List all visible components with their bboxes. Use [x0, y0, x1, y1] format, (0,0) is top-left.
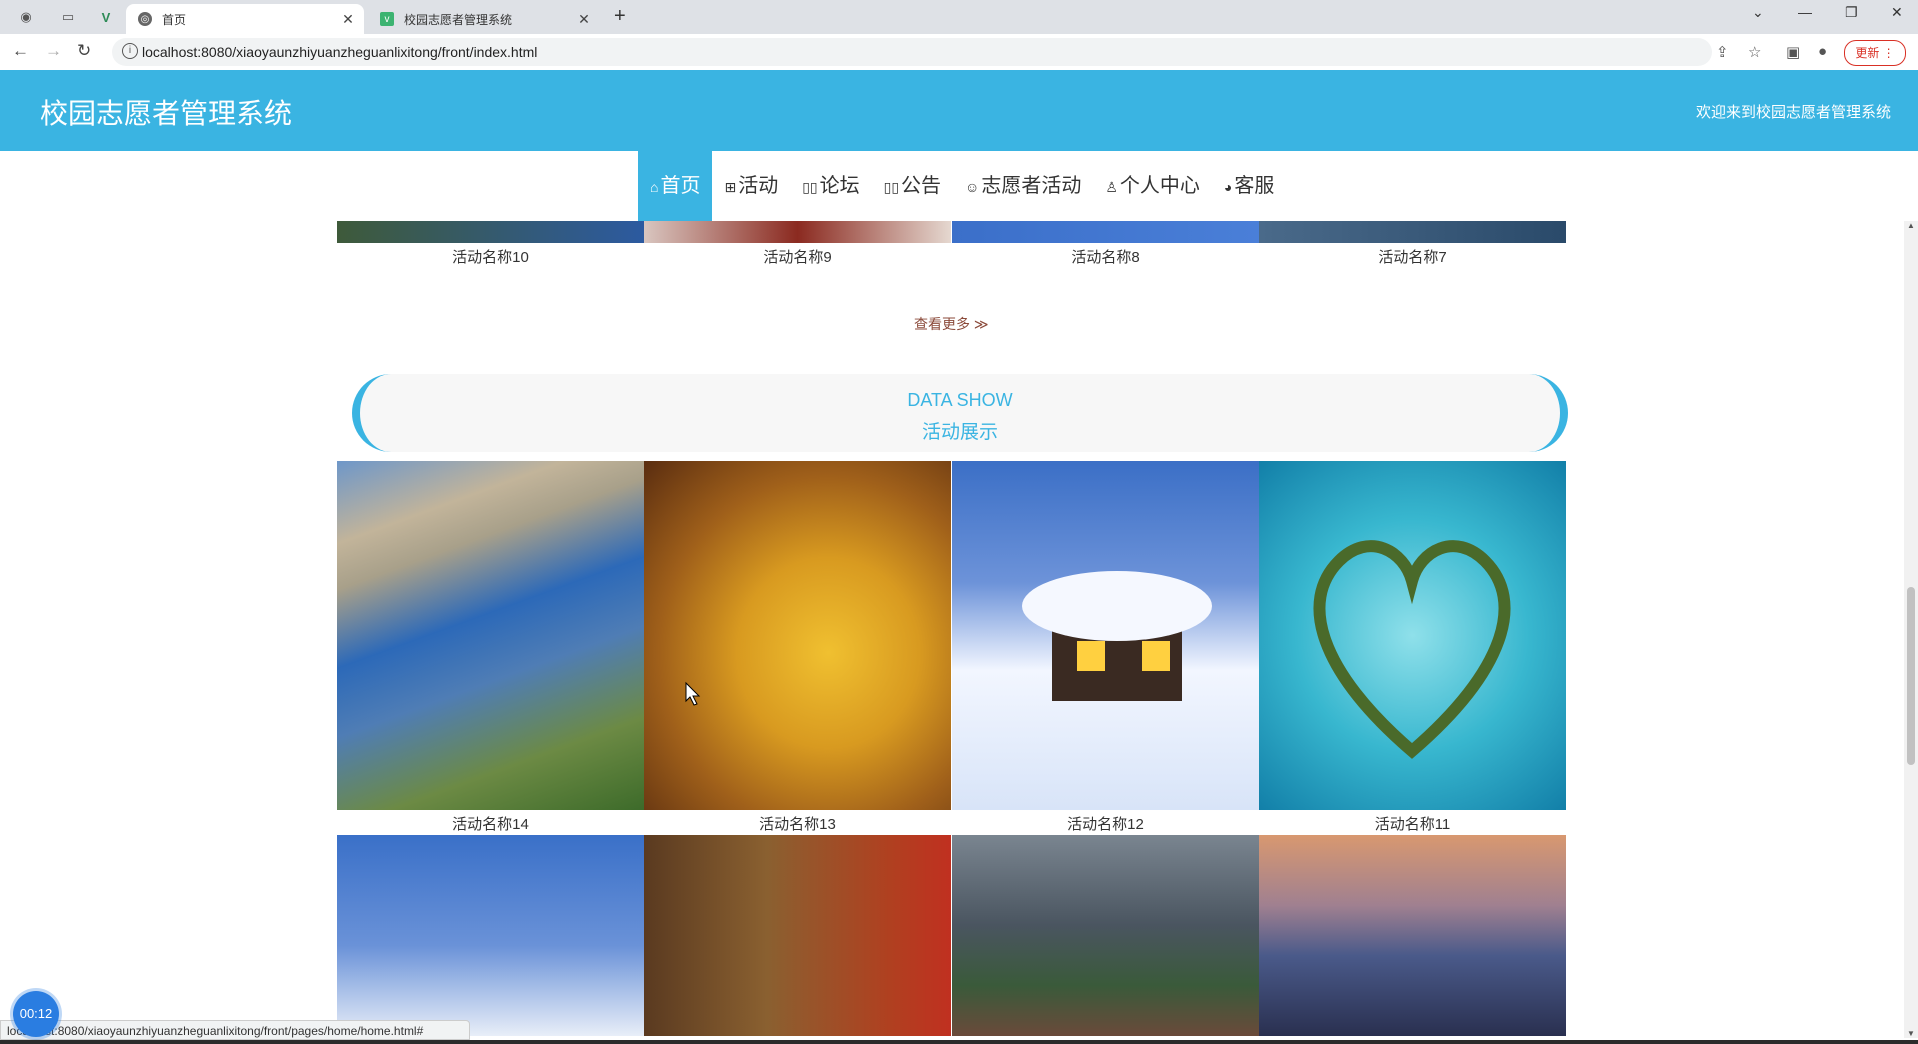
activity-icon: ⊞	[724, 179, 737, 195]
nav-label: 个人中心	[1119, 175, 1200, 197]
activity-caption[interactable]: 活动名称12	[952, 813, 1259, 834]
home-icon: ⌂	[650, 179, 659, 195]
heart-island-icon	[1313, 540, 1511, 759]
close-tab-icon[interactable]: ✕	[574, 11, 594, 28]
site-info-icon[interactable]: i	[122, 43, 138, 59]
user-icon: ♙	[1105, 179, 1118, 195]
nav-label: 公告	[901, 175, 942, 197]
bookmark-star-icon[interactable]: ☆	[1748, 43, 1761, 61]
activity-image-14[interactable]	[337, 461, 644, 810]
service-icon: ◕	[1223, 179, 1233, 195]
activity-image-13[interactable]	[644, 461, 951, 810]
pinned-tab-globe-icon[interactable]: ◉	[12, 6, 40, 28]
activity-thumb-9[interactable]	[644, 221, 951, 243]
site-title: 校园志愿者管理系统	[40, 98, 293, 129]
activity-image-row2-3[interactable]	[952, 835, 1259, 1036]
cursor-icon	[685, 681, 701, 706]
nav-item-notice[interactable]: ▯▯ 公告	[872, 151, 953, 221]
site-header: 校园志愿者管理系统 欢迎来到校园志愿者管理系统	[0, 70, 1918, 151]
nav-item-home[interactable]: ⌂ 首页	[638, 151, 713, 221]
minimize-button[interactable]: —	[1798, 4, 1812, 20]
activity-thumb-10[interactable]	[337, 221, 644, 243]
scrollbar-thumb[interactable]	[1907, 587, 1915, 765]
profile-icon[interactable]: ●	[1818, 43, 1827, 60]
activity-caption[interactable]: 活动名称11	[1259, 813, 1566, 834]
globe-icon: ◎	[138, 12, 152, 26]
main-nav: ⌂ 首页 ⊞ 活动 ▯▯ 论坛 ▯▯ 公告 ☺ 志愿者活动 ♙ 个人中心 ◕ 客服	[638, 151, 1286, 221]
notice-icon: ▯▯	[883, 179, 900, 195]
pinned-tab-vue-icon[interactable]: V	[92, 6, 120, 28]
view-more-link[interactable]: 查看更多 ≫	[914, 314, 989, 334]
nav-label: 活动	[738, 175, 779, 197]
nav-item-volunteer[interactable]: ☺ 志愿者活动	[953, 151, 1093, 221]
activity-image-row2-2[interactable]	[644, 835, 951, 1036]
browser-tabbar: ◉ ▭ V ◎ 首页 ✕ v 校园志愿者管理系统 ✕ + ⌄ — ❐ ✕	[0, 0, 1918, 34]
scroll-down-icon[interactable]: ▼	[1907, 1029, 1915, 1038]
tab-system[interactable]: v 校园志愿者管理系统 ✕	[368, 4, 600, 34]
nav-label: 首页	[660, 175, 701, 197]
nav-item-service[interactable]: ◕ 客服	[1212, 151, 1286, 221]
nav-item-activity[interactable]: ⊞ 活动	[712, 151, 790, 221]
scroll-up-icon[interactable]: ▲	[1907, 221, 1915, 230]
restore-button[interactable]: ❐	[1845, 4, 1858, 21]
nav-label: 论坛	[819, 175, 860, 197]
forward-button[interactable]: →	[45, 41, 62, 61]
tab-title: 校园志愿者管理系统	[404, 12, 513, 27]
activity-image-12[interactable]	[952, 461, 1259, 810]
vue-icon: v	[380, 12, 394, 26]
status-url: localhost:8080/xiaoyaunzhiyuanzheguanlix…	[0, 1020, 470, 1040]
activity-caption[interactable]: 活动名称8	[952, 246, 1259, 267]
section-banner: DATA SHOW 活动展示	[352, 374, 1568, 452]
update-label: 更新	[1855, 46, 1880, 60]
activity-caption[interactable]: 活动名称7	[1259, 246, 1566, 267]
activity-caption[interactable]: 活动名称10	[337, 246, 644, 267]
new-tab-button[interactable]: +	[614, 5, 626, 28]
page-scrollbar[interactable]: ▲ ▼	[1904, 221, 1918, 1038]
volunteer-icon: ☺	[965, 179, 980, 195]
address-bar-row: ← → ↻ i localhost:8080/xiaoyaunzhiyuanzh…	[0, 34, 1918, 71]
tab-search-icon[interactable]: ⌄	[1752, 4, 1764, 21]
recording-timer[interactable]: 00:12	[13, 991, 59, 1037]
back-button[interactable]: ←	[12, 41, 29, 61]
welcome-text: 欢迎来到校园志愿者管理系统	[1695, 104, 1891, 121]
url-text[interactable]: localhost:8080/xiaoyaunzhiyuanzheguanlix…	[142, 44, 537, 60]
activity-thumb-7[interactable]	[1259, 221, 1566, 243]
url-bar[interactable]: i localhost:8080/xiaoyaunzhiyuanzheguanl…	[112, 38, 1712, 66]
close-tab-icon[interactable]: ✕	[338, 11, 358, 28]
update-button[interactable]: 更新 ⋮	[1844, 40, 1906, 66]
section-title-en: DATA SHOW	[907, 390, 1013, 410]
share-icon[interactable]: ⇪	[1716, 43, 1729, 61]
side-panel-icon[interactable]: ▣	[1786, 43, 1800, 61]
nav-label: 客服	[1234, 175, 1275, 197]
forum-icon: ▯▯	[802, 179, 818, 195]
activity-image-row2-1[interactable]	[337, 835, 644, 1036]
section-title-zh: 活动展示	[921, 422, 998, 443]
close-window-button[interactable]: ✕	[1891, 4, 1903, 21]
activity-thumb-8[interactable]	[952, 221, 1259, 243]
tab-title: 首页	[162, 12, 187, 27]
activity-image-11[interactable]	[1259, 461, 1566, 810]
tab-home[interactable]: ◎ 首页 ✕	[126, 4, 364, 34]
pinned-tab-blank-icon[interactable]: ▭	[54, 6, 82, 28]
nav-label: 志愿者活动	[981, 175, 1082, 197]
reload-button[interactable]: ↻	[77, 41, 91, 61]
taskbar-edge	[0, 1040, 1918, 1044]
snow-house-icon	[1022, 571, 1212, 701]
activity-caption[interactable]: 活动名称9	[644, 246, 951, 267]
nav-item-profile[interactable]: ♙ 个人中心	[1093, 151, 1212, 221]
activity-caption[interactable]: 活动名称14	[337, 813, 644, 834]
nav-item-forum[interactable]: ▯▯ 论坛	[790, 151, 871, 221]
activity-image-row2-4[interactable]	[1259, 835, 1566, 1036]
activity-caption[interactable]: 活动名称13	[644, 813, 951, 834]
